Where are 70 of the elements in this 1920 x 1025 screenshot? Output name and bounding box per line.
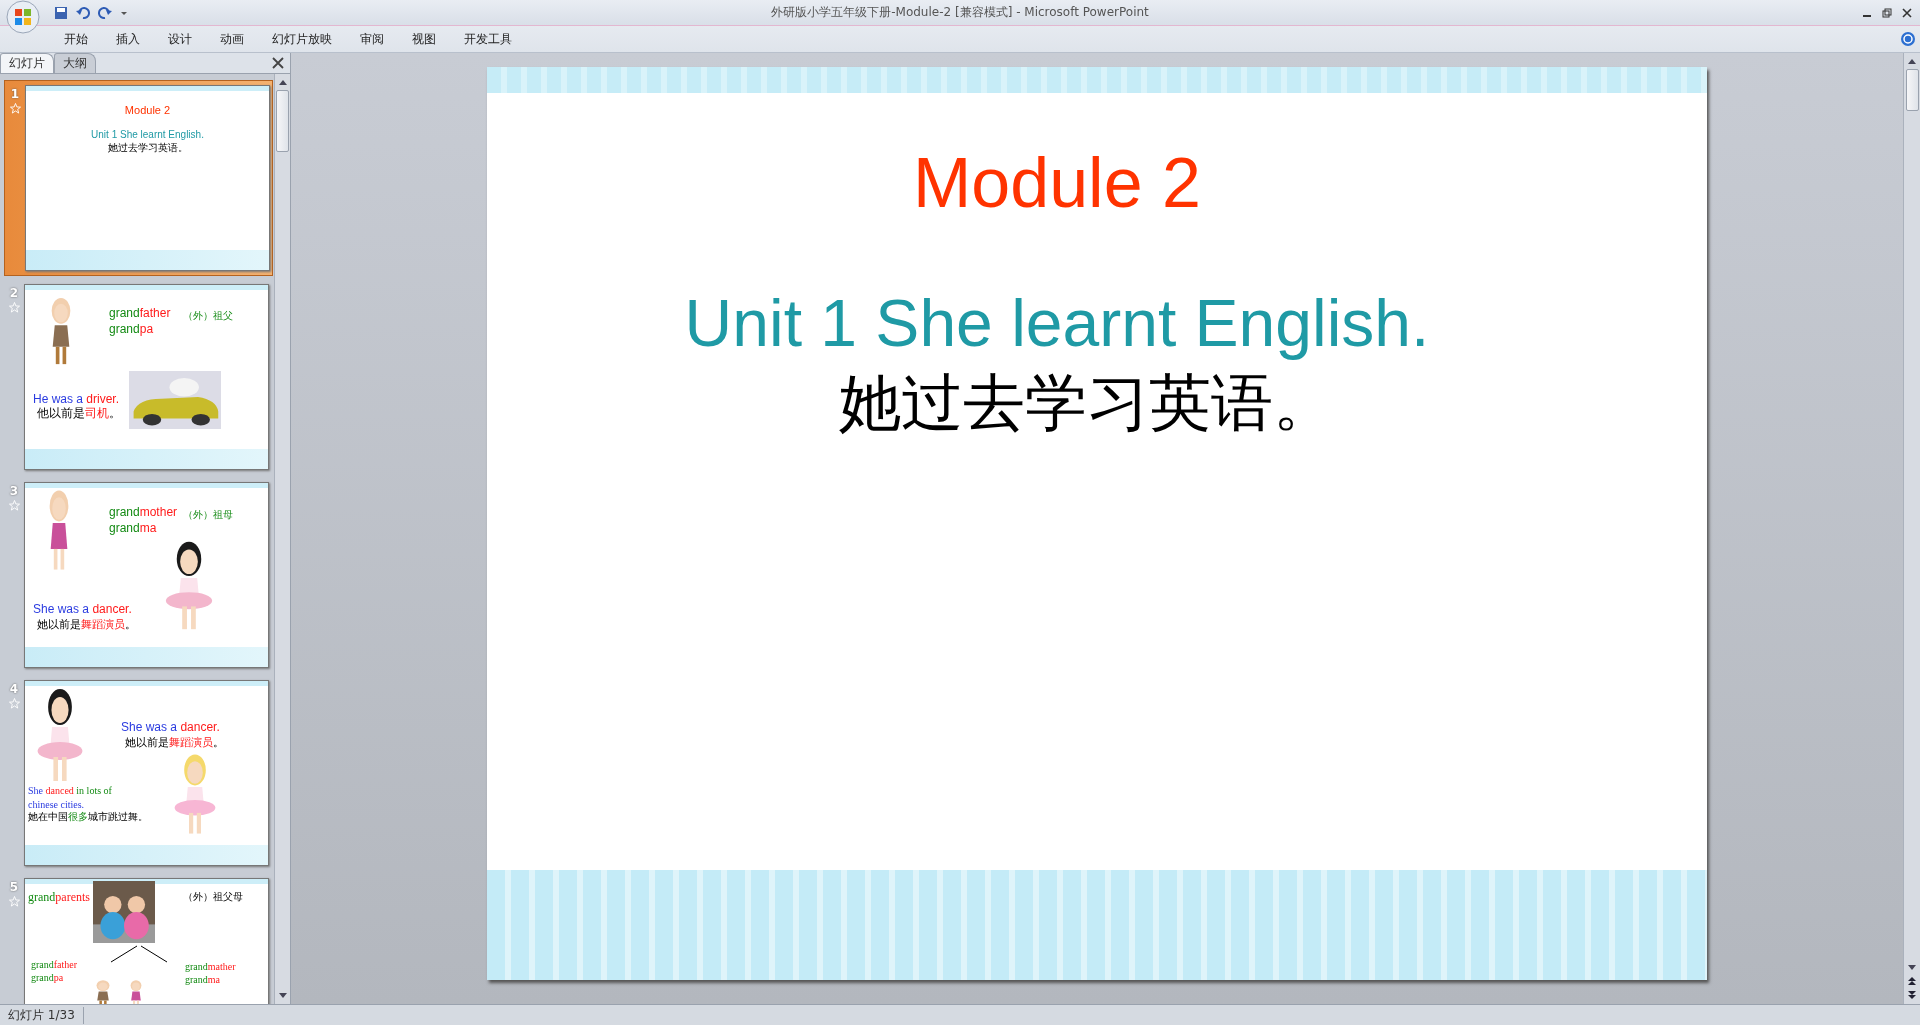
slide-number: 5 [9, 880, 19, 894]
thumbnail-text: 她以前是舞蹈演员。 [37, 618, 136, 631]
thumbnail-text: chinese cities. [28, 799, 85, 811]
ribbon-tab[interactable]: 动画 [206, 27, 258, 51]
ribbon-tab[interactable]: 幻灯片放映 [258, 27, 346, 51]
thumbnail-text: grandma [185, 974, 220, 986]
previous-slide-icon[interactable] [1907, 976, 1917, 986]
thumbnail-text: grandmother [109, 506, 178, 520]
scroll-up-icon[interactable] [277, 78, 288, 86]
pane-tab[interactable]: 大纲 [54, 53, 96, 73]
ribbon-tab[interactable]: 设计 [154, 27, 206, 51]
scroll-down-icon[interactable] [277, 992, 288, 1000]
pane-tab[interactable]: 幻灯片 [0, 53, 54, 73]
thumbnail-text: He was a driver. [33, 393, 120, 407]
next-slide-icon[interactable] [1907, 990, 1917, 1000]
slide-subtitle-chinese: 她过去学习英语。 [839, 365, 1335, 441]
scroll-down-icon[interactable] [1907, 964, 1917, 972]
thumbnail-text: 她在中国很多城市跳过舞。 [28, 811, 148, 823]
slide-title: Module 2 [913, 143, 1201, 223]
thumbnail-text: She was a dancer. [121, 721, 220, 735]
restore-icon[interactable] [1882, 7, 1892, 18]
thumbnail-text: （外）祖父母 [183, 891, 243, 903]
slide-number: 2 [9, 286, 19, 300]
scrollbar-thumb[interactable] [276, 90, 289, 152]
save-icon[interactable] [54, 5, 68, 20]
help-icon[interactable] [1900, 31, 1916, 47]
thumbnail-text: grandpa [31, 972, 64, 984]
thumbnail-text: （外）祖父 [183, 310, 233, 322]
thumbnail-text: 她以前是舞蹈演员。 [125, 736, 224, 749]
thumbnail-text: grandfather [31, 959, 78, 971]
ribbon-tab[interactable]: 插入 [102, 27, 154, 51]
scroll-up-icon[interactable] [1907, 57, 1917, 65]
thumbnail-text: （外）祖母 [183, 509, 233, 521]
star-icon [8, 896, 20, 907]
slide-subtitle: Unit 1 She learnt English. [684, 285, 1430, 361]
thumbnail-text: Module 2 [123, 104, 172, 117]
thumbnail-text: grandparents [28, 891, 90, 905]
ribbon-tab[interactable]: 开发工具 [450, 27, 526, 51]
slide-number: 1 [10, 87, 20, 101]
window-title: 外研版小学五年级下册-Module-2 [兼容模式] - Microsoft PowerPoint [771, 4, 1149, 21]
thumbnail-text: grandmather [185, 961, 236, 973]
slide-counter: 幻灯片 1/33 [0, 1006, 84, 1024]
scrollbar-thumb[interactable] [1905, 69, 1919, 111]
star-icon [9, 103, 21, 114]
ribbon-tab[interactable]: 审阅 [346, 27, 398, 51]
close-icon[interactable] [1902, 7, 1912, 18]
office-button-icon[interactable] [6, 0, 40, 34]
thumbnail-text: grandfather [109, 307, 171, 321]
close-icon[interactable] [272, 57, 284, 69]
ribbon-tab[interactable]: 开始 [50, 27, 102, 51]
star-icon [8, 698, 20, 709]
thumbnail-text: grandpa [109, 323, 154, 337]
slide-thumbnail-row[interactable]: 4 She was a dancer. 她以前是舞蹈演员。 She danced in lots of chinese cities. 她在中国很多城市跳过舞。 [4, 676, 271, 870]
thumbnail-text: 她过去学习英语。 [106, 142, 189, 154]
slide-thumbnail-row[interactable]: 1 Module 2 Unit 1 She learnt English. 她过去学习英语。 [4, 80, 273, 276]
thumbnail-text: grandma [109, 522, 157, 536]
thumbnail-text: She danced in lots of [28, 785, 112, 797]
thumbnail-text: She was a dancer. [33, 603, 132, 617]
slide-thumbnail-row[interactable]: 2 grandfather （外）祖父 grandpa He was a driver. 他以前是司机。 [4, 280, 271, 474]
ribbon-tab[interactable]: 视图 [398, 27, 450, 51]
thumbnail-text: 他以前是司机。 [37, 407, 121, 421]
star-icon [8, 302, 20, 313]
redo-icon[interactable] [98, 5, 112, 20]
undo-icon[interactable] [76, 5, 90, 20]
slide-thumbnail-row[interactable]: 5 grandparents （外）祖父母 grandfather grandpa grandmather grandma [4, 874, 271, 1004]
slide-thumbnail-row[interactable]: 3 grandmother （外）祖母 grandma She was a dancer. 她以前是舞蹈演员。 [4, 478, 271, 672]
thumbnail-text: Unit 1 She learnt English. [90, 129, 205, 141]
star-icon [8, 500, 20, 511]
slide-number: 4 [9, 682, 19, 696]
slide-number: 3 [9, 484, 19, 498]
